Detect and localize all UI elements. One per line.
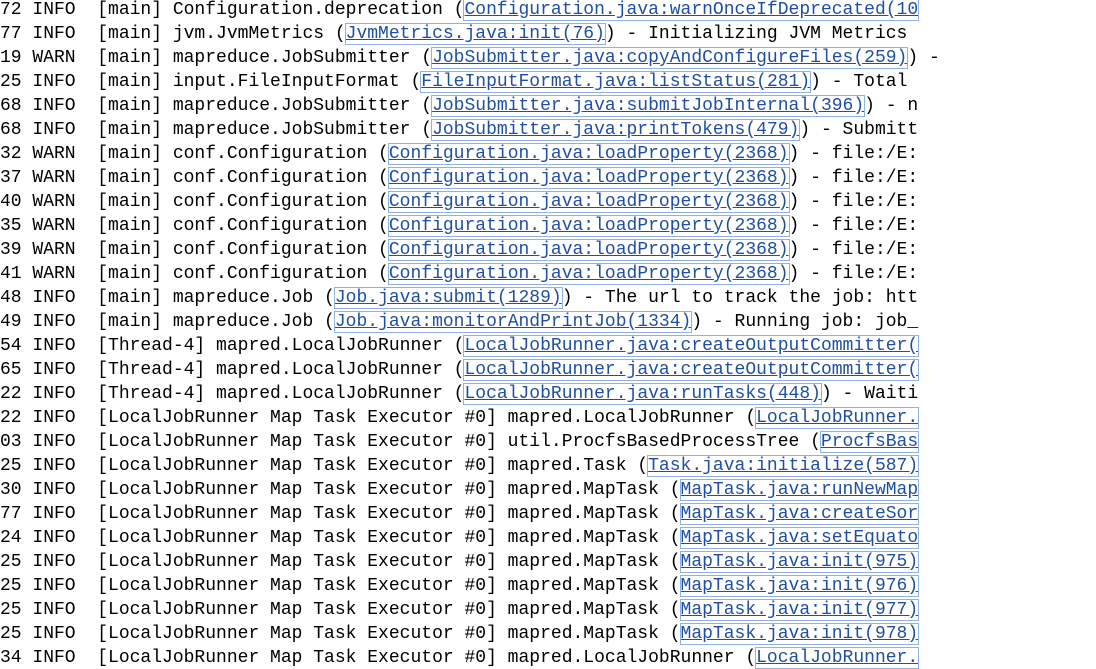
source-location-link[interactable]: MapTask.java:setEquato [679, 527, 920, 549]
source-location-link[interactable]: Configuration.java:loadProperty(2368) [387, 215, 790, 237]
source-location-link[interactable]: MapTask.java:runNewMap [679, 479, 920, 501]
source-location-link[interactable]: Configuration.java:warnOnceIfDeprecated(… [463, 0, 920, 21]
log-line: 49 INFO [main] mapreduce.Job (Job.java:m… [0, 311, 919, 336]
source-location-link[interactable]: ProcfsBas [819, 431, 920, 453]
log-line-text: 34 INFO [LocalJobRunner Map Task Executo… [0, 648, 757, 668]
log-line: 68 INFO [main] mapreduce.JobSubmitter (J… [0, 119, 919, 144]
log-line: 22 INFO [Thread-4] mapred.LocalJobRunner… [0, 383, 919, 408]
source-location-link[interactable]: Job.java:monitorAndPrintJob(1334) [333, 311, 693, 333]
log-line-text: 32 WARN [main] conf.Configuration ( [0, 144, 389, 164]
log-line: 41 WARN [main] conf.Configuration (Confi… [0, 263, 919, 288]
log-line-message: ) - n [864, 96, 919, 116]
source-location-link[interactable]: Configuration.java:loadProperty(2368) [387, 239, 790, 261]
log-line-text: 24 INFO [LocalJobRunner Map Task Executo… [0, 528, 681, 548]
log-line-text: 25 INFO [LocalJobRunner Map Task Executo… [0, 624, 681, 644]
source-location-link[interactable]: JobSubmitter.java:printTokens(479) [431, 119, 801, 141]
log-line: 25 INFO [LocalJobRunner Map Task Executo… [0, 551, 920, 576]
log-line: 32 WARN [main] conf.Configuration (Confi… [0, 143, 919, 168]
log-line-text: 03 INFO [LocalJobRunner Map Task Executo… [0, 432, 821, 452]
log-line-text: 77 INFO [LocalJobRunner Map Task Executo… [0, 504, 681, 524]
log-line-message: ) - Initializing JVM Metrics [604, 24, 908, 44]
log-line-message: ) - file:/E: [788, 216, 919, 236]
log-line: 22 INFO [LocalJobRunner Map Task Executo… [0, 407, 920, 432]
source-location-link[interactable]: LocalJobRunner.java:createOutputCommitte… [463, 335, 920, 357]
log-line-text: 68 INFO [main] mapreduce.JobSubmitter ( [0, 96, 433, 116]
source-location-link[interactable]: Configuration.java:loadProperty(2368) [387, 143, 790, 165]
log-line-text: 30 INFO [LocalJobRunner Map Task Executo… [0, 480, 681, 500]
log-line-text: 72 INFO [main] Configuration.deprecation… [0, 0, 465, 20]
source-location-link[interactable]: LocalJobRunner. [755, 647, 920, 669]
log-line-text: 39 WARN [main] conf.Configuration ( [0, 240, 389, 260]
log-line-message: ) - [907, 48, 940, 68]
log-line-text: 25 INFO [LocalJobRunner Map Task Executo… [0, 456, 649, 476]
log-line-message: ) - file:/E: [788, 264, 919, 284]
log-line: 35 WARN [main] conf.Configuration (Confi… [0, 215, 919, 240]
source-location-link[interactable]: Configuration.java:loadProperty(2368) [387, 167, 790, 189]
log-line-text: 49 INFO [main] mapreduce.Job ( [0, 312, 335, 332]
log-line: 65 INFO [Thread-4] mapred.LocalJobRunner… [0, 359, 920, 384]
source-location-link[interactable]: JvmMetrics.java:init(76) [344, 23, 606, 45]
log-line-message: ) - file:/E: [788, 144, 919, 164]
log-line: 03 INFO [LocalJobRunner Map Task Executo… [0, 431, 920, 456]
log-line: 24 INFO [LocalJobRunner Map Task Executo… [0, 527, 920, 552]
log-line: 54 INFO [Thread-4] mapred.LocalJobRunner… [0, 335, 920, 360]
log-line-text: 77 INFO [main] jvm.JvmMetrics ( [0, 24, 346, 44]
log-line-text: 54 INFO [Thread-4] mapred.LocalJobRunner… [0, 336, 465, 356]
log-line-text: 40 WARN [main] conf.Configuration ( [0, 192, 389, 212]
source-location-link[interactable]: Configuration.java:loadProperty(2368) [387, 191, 790, 213]
log-line-text: 25 INFO [LocalJobRunner Map Task Executo… [0, 600, 681, 620]
log-line-text: 25 INFO [LocalJobRunner Map Task Executo… [0, 552, 681, 572]
log-line-text: 19 WARN [main] mapreduce.JobSubmitter ( [0, 48, 433, 68]
console-output: 72 INFO [main] Configuration.deprecation… [0, 0, 1096, 669]
log-line-text: 25 INFO [main] input.FileInputFormat ( [0, 72, 422, 92]
log-line: 25 INFO [LocalJobRunner Map Task Executo… [0, 623, 920, 648]
log-line-message: ) - The url to track the job: htt [561, 288, 919, 308]
log-line: 30 INFO [LocalJobRunner Map Task Executo… [0, 479, 920, 504]
log-line: 77 INFO [LocalJobRunner Map Task Executo… [0, 503, 920, 528]
log-line: 25 INFO [LocalJobRunner Map Task Executo… [0, 599, 920, 624]
source-location-link[interactable]: LocalJobRunner.java:createOutputCommitte… [463, 359, 920, 381]
log-line-text: 41 WARN [main] conf.Configuration ( [0, 264, 389, 284]
source-location-link[interactable]: LocalJobRunner.java:runTasks(448) [463, 383, 822, 405]
source-location-link[interactable]: LocalJobRunner. [755, 407, 920, 429]
log-line: 25 INFO [LocalJobRunner Map Task Executo… [0, 575, 920, 600]
source-location-link[interactable]: MapTask.java:init(978) [679, 623, 920, 645]
source-location-link[interactable]: MapTask.java:init(976) [679, 575, 920, 597]
log-line-text: 37 WARN [main] conf.Configuration ( [0, 168, 389, 188]
log-line-text: 22 INFO [Thread-4] mapred.LocalJobRunner… [0, 384, 465, 404]
log-line: 25 INFO [LocalJobRunner Map Task Executo… [0, 455, 920, 480]
log-line: 25 INFO [main] input.FileInputFormat (Fi… [0, 71, 908, 96]
source-location-link[interactable]: Job.java:submit(1289) [333, 287, 563, 309]
log-line: 77 INFO [main] jvm.JvmMetrics (JvmMetric… [0, 23, 908, 48]
source-location-link[interactable]: MapTask.java:createSor [679, 503, 920, 525]
log-line-text: 35 WARN [main] conf.Configuration ( [0, 216, 389, 236]
log-line-message: ) - Running job: job_ [691, 312, 919, 332]
log-line: 48 INFO [main] mapreduce.Job (Job.java:s… [0, 287, 919, 312]
log-line: 37 WARN [main] conf.Configuration (Confi… [0, 167, 919, 192]
log-line-message: ) - Submitt [799, 120, 919, 140]
log-line-message: ) - Total [810, 72, 908, 92]
source-location-link[interactable]: JobSubmitter.java:submitJobInternal(396) [431, 95, 866, 117]
log-line-message: ) - Waiti [820, 384, 919, 404]
source-location-link[interactable]: MapTask.java:init(975) [679, 551, 920, 573]
log-line-text: 25 INFO [LocalJobRunner Map Task Executo… [0, 576, 681, 596]
log-line-text: 65 INFO [Thread-4] mapred.LocalJobRunner… [0, 360, 465, 380]
log-line: 39 WARN [main] conf.Configuration (Confi… [0, 239, 919, 264]
log-line: 68 INFO [main] mapreduce.JobSubmitter (J… [0, 95, 919, 120]
log-line: 40 WARN [main] conf.Configuration (Confi… [0, 191, 919, 216]
source-location-link[interactable]: JobSubmitter.java:copyAndConfigureFiles(… [431, 47, 909, 69]
log-line: 72 INFO [main] Configuration.deprecation… [0, 0, 920, 24]
log-line: 19 WARN [main] mapreduce.JobSubmitter (J… [0, 47, 940, 72]
log-line-text: 22 INFO [LocalJobRunner Map Task Executo… [0, 408, 757, 428]
log-line-message: ) - file:/E: [788, 240, 919, 260]
log-line-message: ) - file:/E: [788, 192, 919, 212]
log-line-message: ) - file:/E: [788, 168, 919, 188]
log-line: 34 INFO [LocalJobRunner Map Task Executo… [0, 647, 920, 669]
log-line-text: 48 INFO [main] mapreduce.Job ( [0, 288, 335, 308]
source-location-link[interactable]: MapTask.java:init(977) [679, 599, 920, 621]
log-line-text: 68 INFO [main] mapreduce.JobSubmitter ( [0, 120, 433, 140]
source-location-link[interactable]: Task.java:initialize(587) [647, 455, 920, 477]
source-location-link[interactable]: Configuration.java:loadProperty(2368) [387, 263, 790, 285]
source-location-link[interactable]: FileInputFormat.java:listStatus(281) [420, 71, 812, 93]
